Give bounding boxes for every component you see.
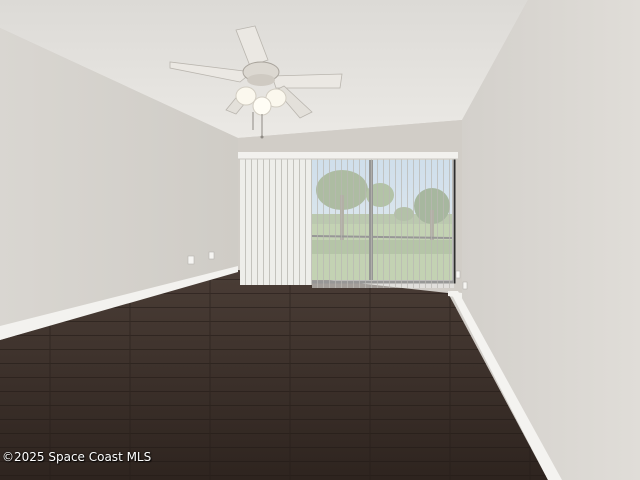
outlet-icon (208, 251, 215, 260)
outlet-icon (455, 270, 461, 279)
outlet-icon (187, 255, 195, 265)
window-blinds-icon (238, 152, 458, 288)
outlet-icon (462, 281, 468, 290)
room-photo: ©2025 Space Coast MLS (0, 0, 640, 480)
room-scene (0, 0, 640, 480)
mls-watermark: ©2025 Space Coast MLS (2, 450, 152, 464)
